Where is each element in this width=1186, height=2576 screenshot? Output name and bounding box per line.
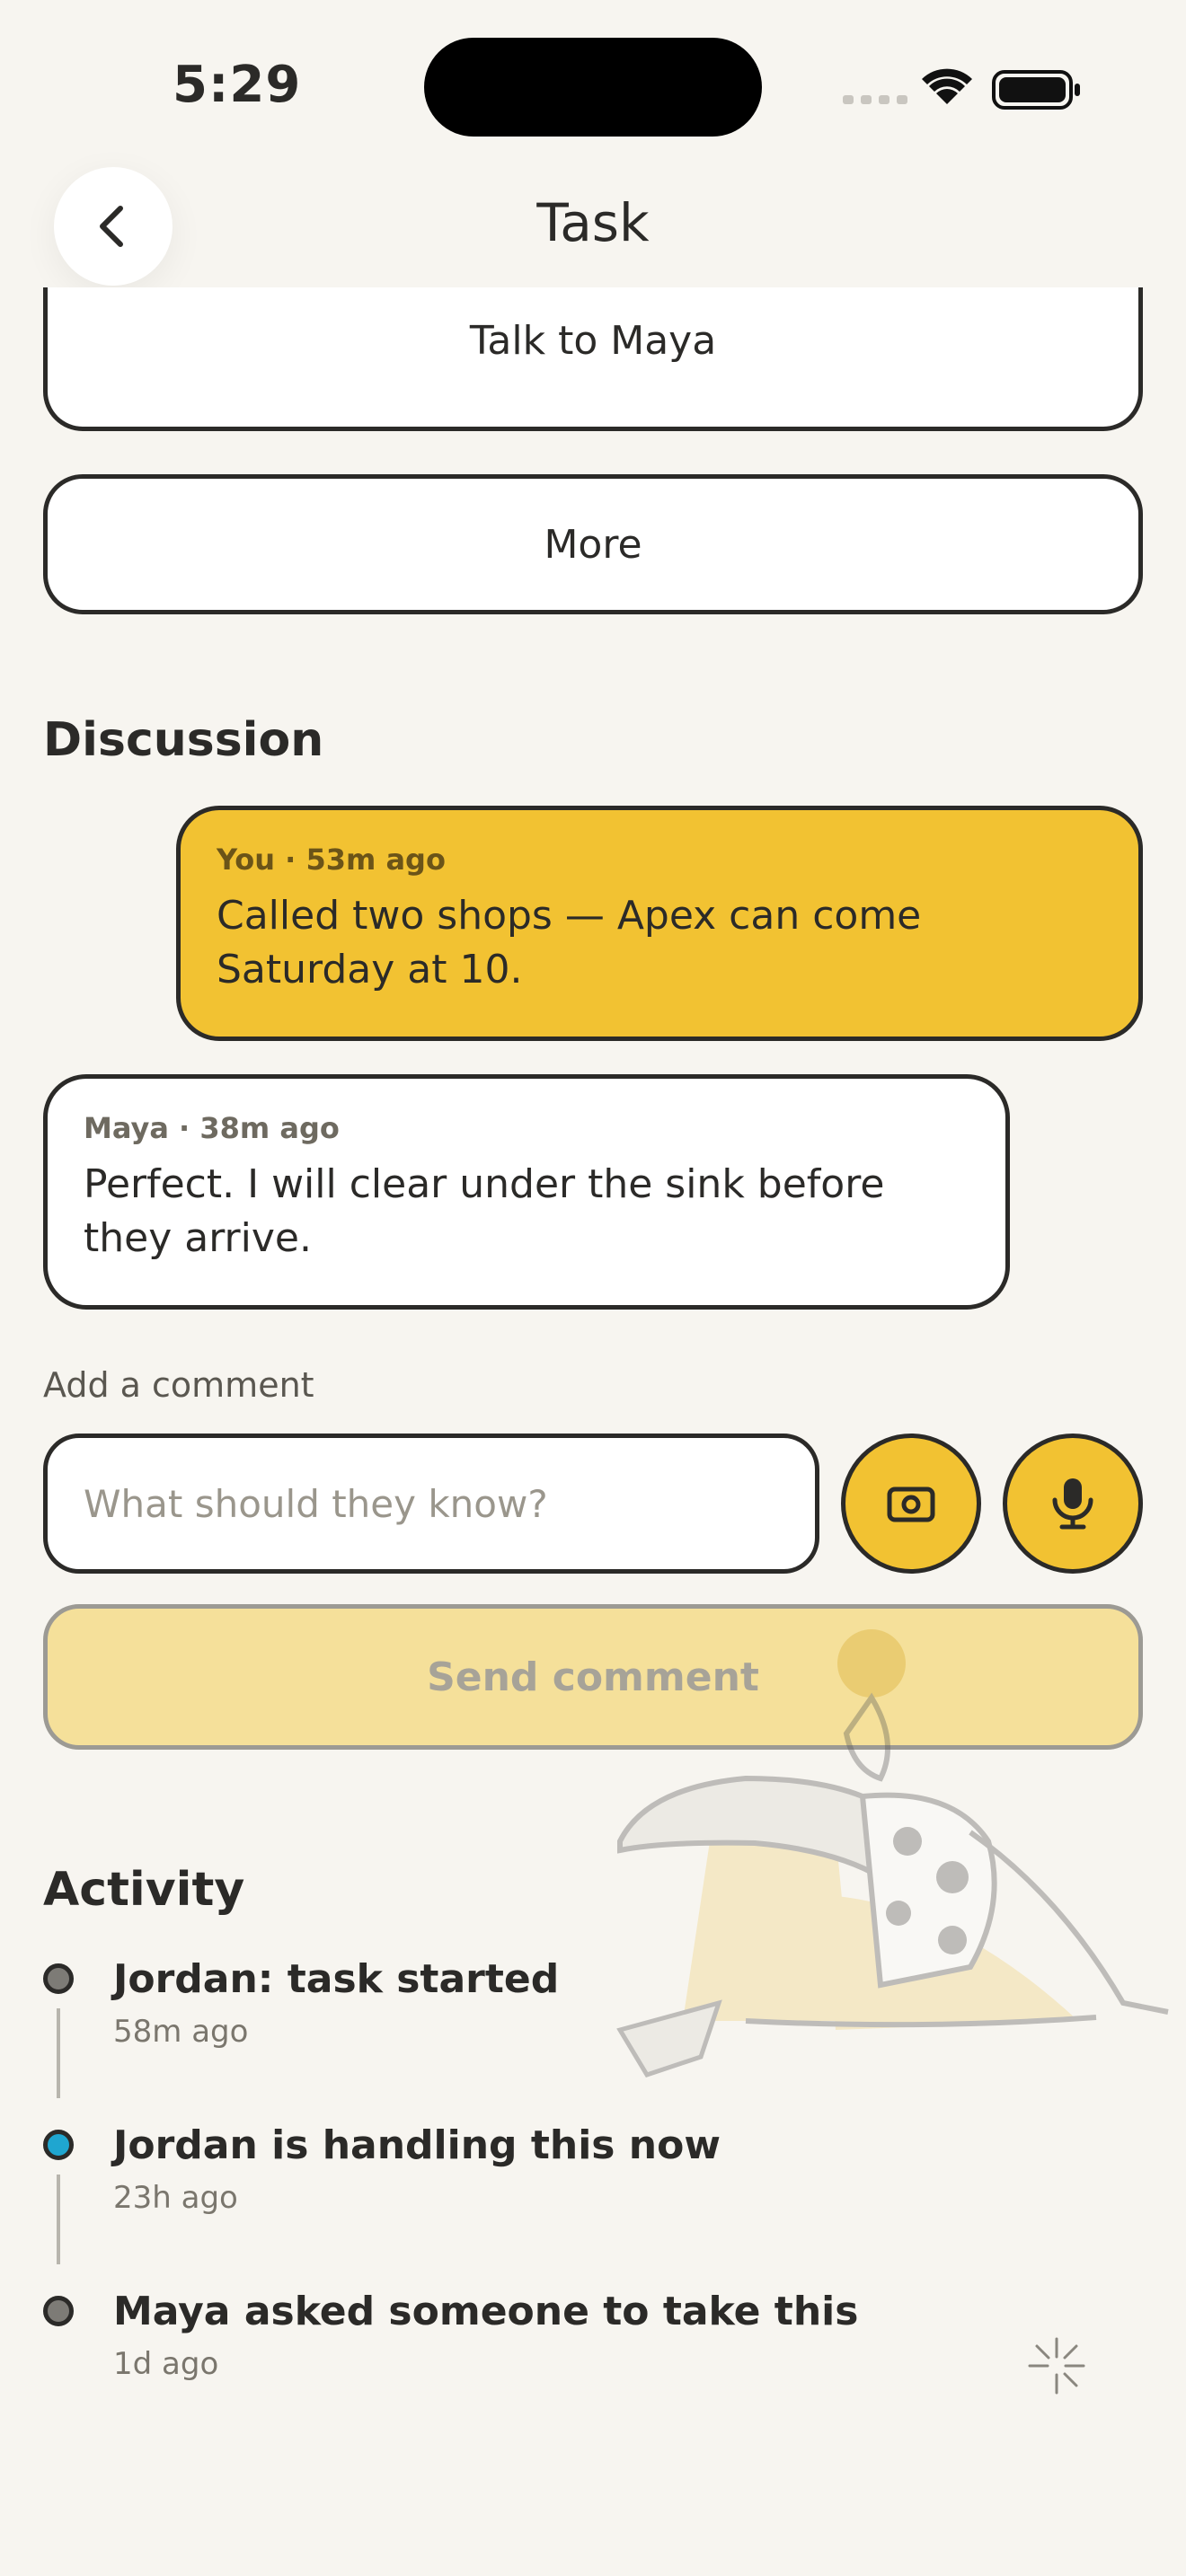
comment-input[interactable] [43, 1434, 819, 1574]
signal-icon [843, 95, 907, 104]
activity-heading: Activity [43, 1863, 245, 1917]
activity-title: Maya asked someone to take this [113, 2289, 859, 2334]
discussion-heading: Discussion [43, 713, 324, 767]
more-button[interactable]: More [43, 474, 1143, 614]
talk-to-maya-label: Talk to Maya [469, 318, 717, 364]
activity-connector [57, 2175, 60, 2264]
status-icons [843, 68, 1080, 110]
microphone-icon [1052, 1478, 1093, 1530]
message-text: Perfect. I will clear under the sink bef… [84, 1161, 885, 1261]
task-screen: 5:29 Task Talk to Maya More Discussion Y… [0, 0, 1186, 2576]
activity-item: Jordan is handling this now 23h ago [43, 2122, 1031, 2264]
message-meta: Maya · 38m ago [84, 1111, 340, 1145]
sparkle-icon [1028, 2337, 1085, 2395]
talk-to-maya-button[interactable]: Talk to Maya [43, 287, 1143, 431]
message-meta: You · 53m ago [217, 842, 446, 877]
page-title: Task [536, 192, 650, 253]
battery-icon [992, 70, 1080, 110]
voice-note-button[interactable] [1003, 1434, 1143, 1574]
send-comment-label: Send comment [427, 1654, 759, 1700]
activity-item: Jordan: task started 58m ago [43, 1956, 1031, 2098]
activity-connector [57, 2008, 60, 2098]
message-text: Called two shops — Apex can come Saturda… [217, 893, 922, 992]
activity-dot-active [43, 2130, 74, 2160]
comment-label: Add a comment [43, 1365, 314, 1405]
message-bubble-maya: Maya · 38m ago Perfect. I will clear und… [43, 1074, 1010, 1310]
activity-dot [43, 1963, 74, 1994]
attach-photo-button[interactable] [841, 1434, 981, 1574]
activity-time: 58m ago [113, 2014, 249, 2050]
more-label: More [544, 521, 642, 568]
wifi-icon [922, 68, 972, 104]
dynamic-island [424, 38, 762, 137]
status-time: 5:29 [173, 56, 302, 114]
activity-time: 23h ago [113, 2180, 238, 2216]
camera-icon [887, 1486, 935, 1522]
activity-time: 1d ago [113, 2346, 219, 2382]
activity-title: Jordan: task started [113, 1956, 560, 2002]
status-bar: 5:29 [0, 0, 1186, 162]
activity-item: Maya asked someone to take this 1d ago [43, 2289, 1031, 2396]
message-bubble-you: You · 53m ago Called two shops — Apex ca… [176, 806, 1143, 1041]
activity-dot [43, 2296, 74, 2326]
send-comment-button[interactable]: Send comment [43, 1604, 1143, 1750]
activity-title: Jordan is handling this now [113, 2122, 721, 2168]
